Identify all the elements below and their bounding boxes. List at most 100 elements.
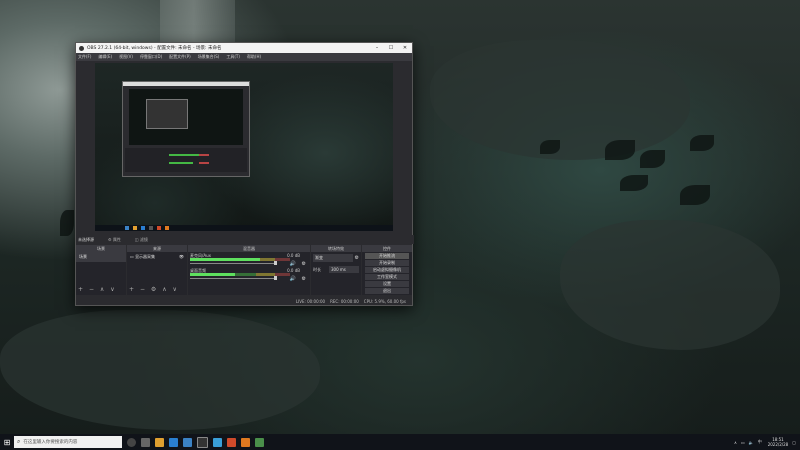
notification-icon[interactable]: ▢: [792, 440, 796, 445]
clock-date: 2022/2/28: [767, 442, 789, 447]
studio-mode-button[interactable]: 工作室模式: [365, 274, 409, 280]
no-source-selected-label: 未选择源: [78, 236, 94, 242]
search-placeholder: 在这里输入你要搜索的内容: [23, 440, 78, 445]
menu-file[interactable]: 文件(F): [78, 54, 91, 60]
move-down-button[interactable]: ∨: [173, 286, 177, 293]
source-item[interactable]: ▭ 显示器采集 👁: [127, 252, 187, 262]
window-title: OBS 27.2.1 (64-bit, windows) - 配置文件: 未命名…: [87, 46, 222, 51]
windows-taskbar: ⊞ ⌕ 在这里输入你要搜索的内容 ∧ ▭ 🔈 中 18:51 2022/2/28…: [0, 434, 800, 450]
controls-dock: 控件 开始推流 开始录制 启动虚拟摄像机 工作室模式 设置 退出: [362, 245, 412, 295]
status-bar: LIVE: 00:00:00 REC: 00:00:00 CPU: 5.9%, …: [76, 297, 412, 305]
transitions-dock: 转场特效 渐变 ⚙ 时长 300 ms: [311, 245, 361, 295]
properties-button[interactable]: ⚙ 属性: [108, 237, 121, 243]
input-language[interactable]: 中: [758, 439, 762, 445]
remove-source-button[interactable]: −: [140, 286, 145, 293]
gear-icon[interactable]: ⚙: [355, 255, 359, 261]
menu-view[interactable]: 视图(V): [119, 54, 133, 60]
move-up-button[interactable]: ∧: [100, 286, 104, 293]
volume-slider-handle[interactable]: [274, 276, 277, 280]
speaker-icon[interactable]: 🔊: [290, 276, 296, 282]
move-down-button[interactable]: ∨: [110, 286, 114, 293]
add-scene-button[interactable]: +: [78, 286, 83, 293]
sources-dock: 来源 ▭ 显示器采集 👁 + − ⚙ ∧ ∨: [127, 245, 187, 295]
task-view-icon[interactable]: [127, 437, 136, 447]
scenes-header: 场景: [76, 245, 126, 252]
obs-app-icon: [79, 45, 84, 51]
background-rock: [430, 40, 690, 160]
menu-docks[interactable]: 停靠窗口(D): [140, 54, 162, 60]
volume-slider[interactable]: [190, 263, 276, 264]
network-icon[interactable]: ▭: [741, 440, 745, 445]
move-up-button[interactable]: ∧: [162, 286, 166, 293]
menu-tools[interactable]: 工具(T): [226, 54, 240, 60]
clock[interactable]: 18:51 2022/2/28: [768, 437, 789, 447]
volume-level: [190, 273, 235, 276]
store-icon[interactable]: [183, 437, 192, 447]
volume-slider[interactable]: [190, 278, 276, 279]
duration-input[interactable]: 300 ms: [329, 266, 359, 273]
background-rock: [560, 220, 780, 350]
taskbar-search[interactable]: ⌕ 在这里输入你要搜索的内容: [14, 436, 122, 448]
obs-taskbar-icon[interactable]: [197, 436, 208, 448]
menu-help[interactable]: 帮助(H): [247, 54, 261, 60]
menu-edit[interactable]: 编辑(E): [98, 54, 112, 60]
source-toolbar: 未选择源 ⚙ 属性 ◫ 滤镜: [76, 235, 414, 244]
sources-header: 来源: [127, 245, 187, 252]
app-icon[interactable]: [213, 437, 222, 447]
system-tray: ∧ ▭ 🔈 中 18:51 2022/2/28 ▢: [730, 434, 796, 450]
volume-icon[interactable]: 🔈: [749, 440, 754, 445]
app-icon[interactable]: [241, 437, 250, 447]
transition-type-row: 渐变 ⚙: [311, 252, 361, 264]
minimize-button[interactable]: –: [370, 43, 384, 53]
tray-chevron-icon[interactable]: ∧: [734, 440, 737, 445]
transition-type-select[interactable]: 渐变: [313, 254, 353, 262]
scenes-footer: + − ∧ ∨: [78, 286, 119, 293]
scene-item[interactable]: 场景: [76, 252, 126, 262]
maximize-button[interactable]: ☐: [384, 43, 398, 53]
cpu-status: CPU: 5.9%, 60.00 fps: [363, 298, 406, 304]
start-virtual-camera-button[interactable]: 启动虚拟摄像机: [365, 267, 409, 273]
mixer-dock: 混音器 麦克风/Aux 0.0 dB 🔊 ⚙ 桌面音频 0.0 dB 🔊 ⚙: [188, 245, 310, 295]
background-leaf: [60, 210, 74, 236]
add-source-button[interactable]: +: [129, 286, 134, 293]
edge-icon[interactable]: [169, 437, 178, 447]
app-icon[interactable]: [255, 437, 264, 447]
transition-duration-row: 时长 300 ms: [311, 264, 361, 275]
start-button[interactable]: ⊞: [0, 438, 14, 447]
source-properties-button[interactable]: ⚙: [151, 286, 156, 293]
filters-button[interactable]: ◫ 滤镜: [135, 237, 148, 243]
eye-icon[interactable]: 👁: [179, 254, 184, 259]
rec-status: REC: 00:00:00: [330, 298, 359, 304]
volume-slider-handle[interactable]: [274, 261, 277, 265]
background-leaf: [605, 140, 635, 160]
widgets-icon[interactable]: [141, 437, 150, 447]
app-icon[interactable]: [227, 437, 236, 447]
speaker-icon[interactable]: 🔊: [290, 261, 296, 267]
gear-icon[interactable]: ⚙: [302, 261, 306, 267]
background-leaf: [690, 135, 714, 151]
menu-bar: 文件(F) 编辑(E) 视图(V) 停靠窗口(D) 配置文件(P) 场景集合(S…: [76, 53, 412, 61]
title-bar: OBS 27.2.1 (64-bit, windows) - 配置文件: 未命名…: [76, 43, 412, 53]
live-status: LIVE: 00:00:00: [295, 298, 326, 304]
controls-header: 控件: [362, 245, 412, 252]
start-streaming-button[interactable]: 开始推流: [365, 253, 409, 259]
background-leaf: [680, 185, 710, 205]
start-recording-button[interactable]: 开始录制: [365, 260, 409, 266]
file-explorer-icon[interactable]: [155, 437, 164, 447]
sources-footer: + − ⚙ ∧ ∨: [129, 286, 181, 293]
mixer-track-desktop: 桌面音频 0.0 dB 🔊 ⚙: [190, 268, 308, 282]
close-button[interactable]: ✕: [398, 43, 412, 53]
nested-obs-capture: [122, 81, 250, 177]
preview-canvas[interactable]: [95, 63, 393, 231]
exit-button[interactable]: 退出: [365, 288, 409, 294]
settings-button[interactable]: 设置: [365, 281, 409, 287]
gear-icon[interactable]: ⚙: [302, 276, 306, 282]
menu-scene-collection[interactable]: 场景集合(S): [198, 54, 220, 60]
volume-level: [190, 258, 260, 261]
preview-taskbar: [95, 225, 393, 231]
background-rock: [0, 310, 320, 430]
obs-window: OBS 27.2.1 (64-bit, windows) - 配置文件: 未命名…: [75, 42, 414, 306]
remove-scene-button[interactable]: −: [89, 286, 94, 293]
mixer-header: 混音器: [188, 245, 310, 252]
menu-profile[interactable]: 配置文件(P): [169, 54, 191, 60]
